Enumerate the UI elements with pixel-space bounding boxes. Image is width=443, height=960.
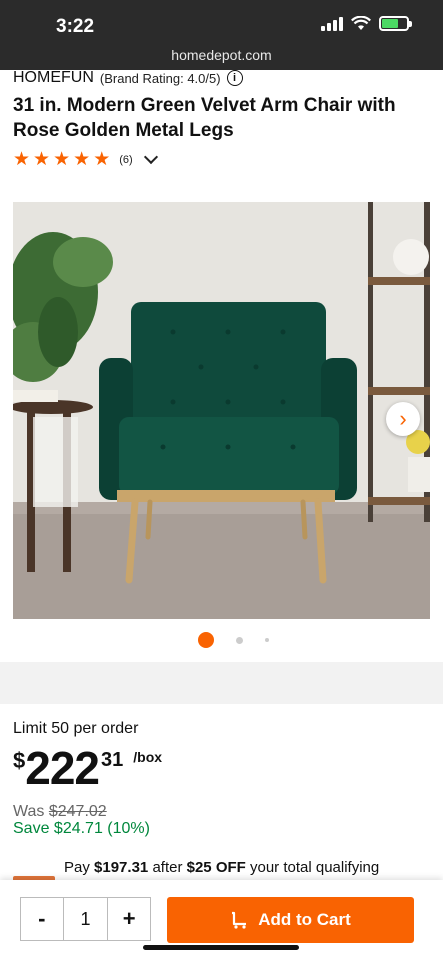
add-to-cart-button[interactable]: Add to Cart (167, 897, 414, 943)
star-icon: ★ (73, 149, 91, 170)
decrease-quantity-button[interactable]: - (21, 898, 64, 940)
status-bar: 3:22 homedepot.com (0, 0, 443, 70)
product-title: 31 in. Modern Green Velvet Arm Chair wit… (13, 95, 396, 141)
rating-row[interactable]: ★ ★ ★ ★ ★ (6) (13, 149, 158, 170)
promo-amount: $197.31 (94, 859, 149, 876)
signal-icon (321, 16, 343, 31)
product-image[interactable] (13, 202, 430, 619)
order-limit: Limit 50 per order (13, 720, 139, 737)
price-currency: $ (13, 748, 26, 773)
price-cents: 31 (101, 749, 124, 771)
carousel-dots (12, 632, 443, 648)
status-time: 3:22 (56, 16, 95, 37)
was-price: Was $247.02 (13, 803, 107, 821)
was-label: Was (13, 803, 45, 820)
star-icon: ★ (33, 149, 51, 170)
promo-text[interactable]: Pay $197.31 after $25 OFF your total qua… (64, 859, 379, 876)
price-unit: /box (133, 749, 163, 765)
add-to-cart-label: Add to Cart (258, 910, 351, 929)
star-icon: ★ (13, 149, 31, 170)
status-icons (321, 16, 412, 31)
chevron-down-icon[interactable] (143, 149, 158, 164)
url-bar[interactable]: homedepot.com (0, 47, 443, 63)
wifi-icon (351, 16, 371, 30)
battery-icon (379, 16, 412, 31)
section-divider (0, 662, 443, 704)
quantity-stepper: - 1 + (20, 897, 151, 941)
next-image-button[interactable]: › (386, 402, 420, 436)
home-indicator[interactable] (143, 945, 299, 950)
savings: Save $24.71 (10%) (13, 820, 150, 837)
was-amount: $247.02 (48, 803, 107, 820)
carousel-dot[interactable] (265, 638, 269, 642)
promo-discount: $25 OFF (186, 859, 246, 876)
carousel-dot[interactable] (236, 636, 243, 644)
carousel-dot-active[interactable] (198, 632, 214, 648)
star-icon: ★ (93, 149, 111, 170)
cart-icon (232, 911, 247, 929)
star-icon: ★ (53, 149, 71, 170)
promo-mid: after (152, 859, 183, 876)
promo-prefix: Pay (64, 859, 90, 876)
price-dollars: 222 (25, 742, 100, 794)
increase-quantity-button[interactable]: + (107, 898, 150, 940)
brand-name[interactable]: HOMEFUN (13, 69, 94, 87)
info-icon[interactable]: i (226, 70, 243, 86)
price: $ 222 31 /box (13, 744, 162, 792)
brand-rating: (Brand Rating: 4.0/5) (99, 70, 221, 86)
chair-photo (13, 202, 430, 619)
quantity-input[interactable]: 1 (64, 898, 108, 940)
brand-line: HOMEFUN (Brand Rating: 4.0/5) i (13, 69, 243, 87)
review-count: (6) (119, 153, 133, 166)
promo-suffix: your total qualifying (249, 859, 380, 876)
